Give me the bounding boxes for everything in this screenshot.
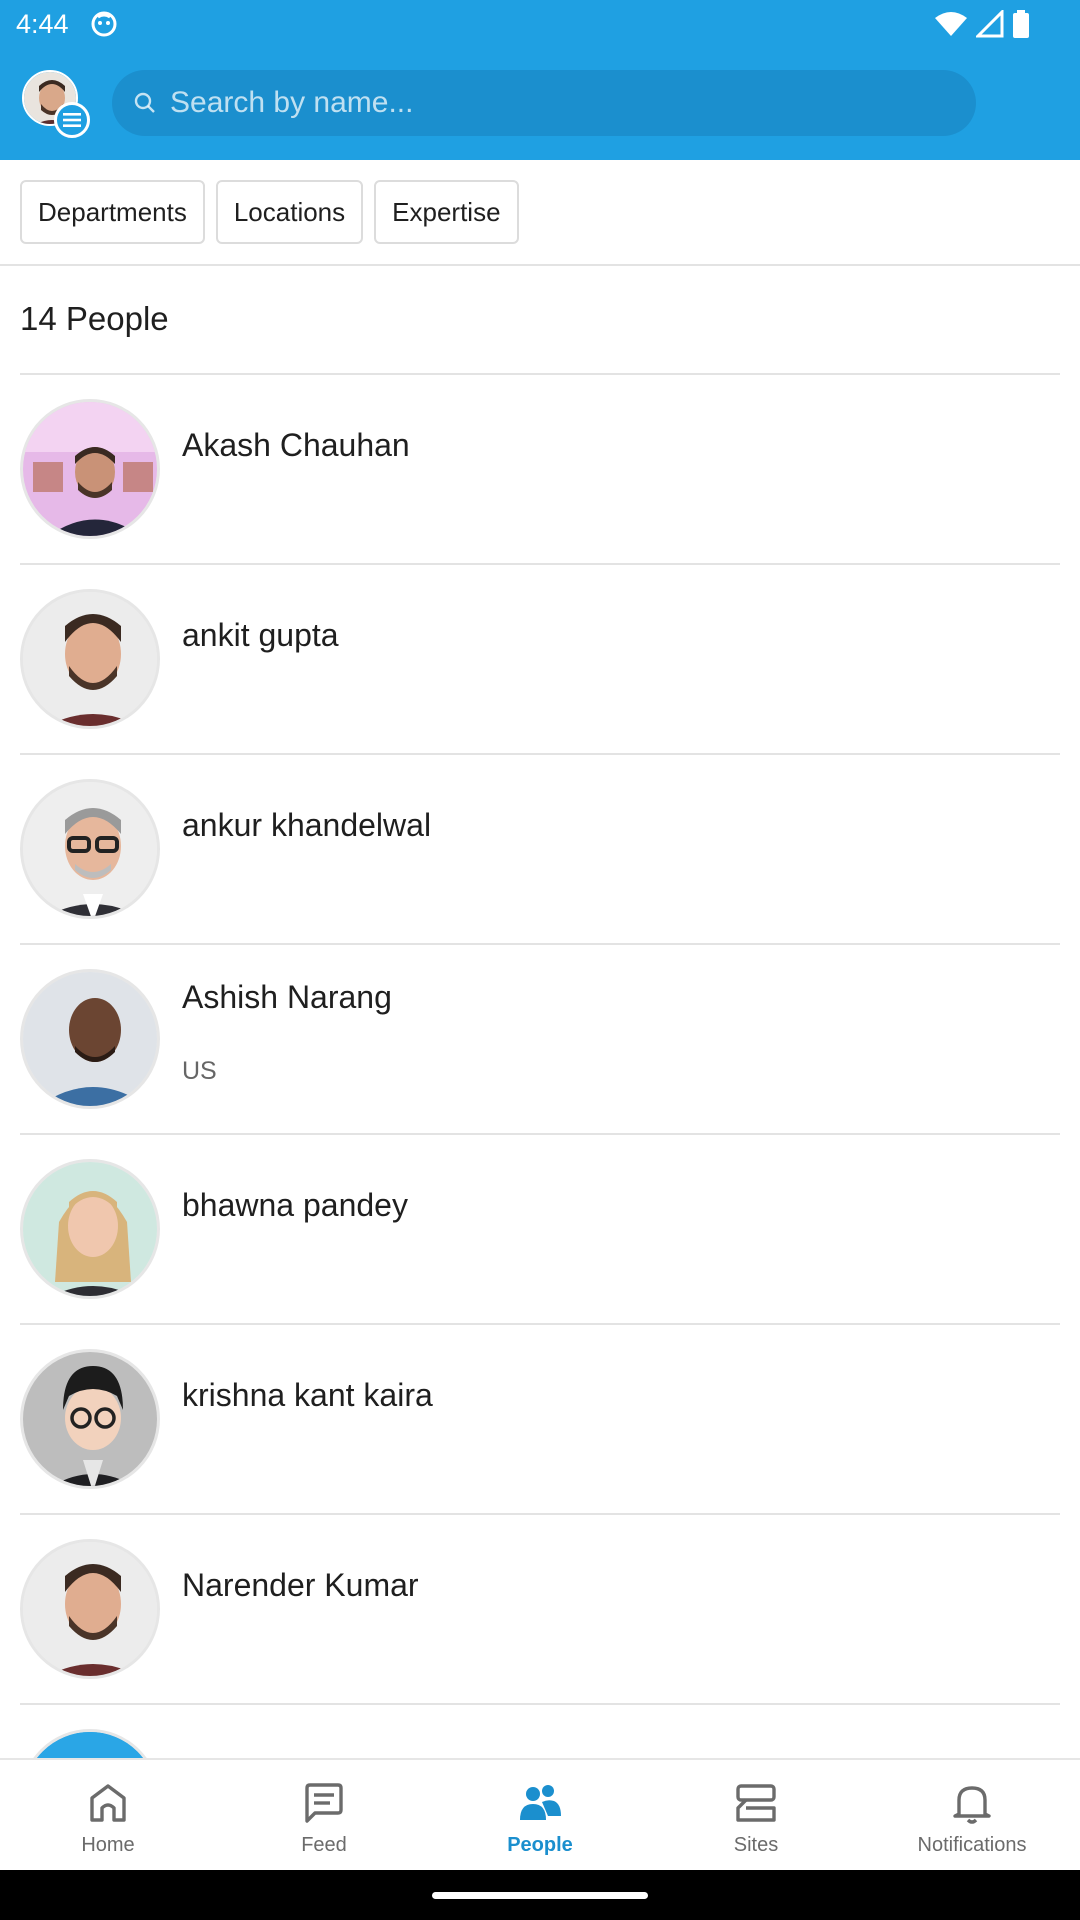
- nav-notifications-label: Notifications: [917, 1834, 1027, 1856]
- app-header: 4:44: [0, 0, 1080, 160]
- nav-sites-label: Sites: [733, 1834, 779, 1856]
- person-row[interactable]: ankur khandelwal: [20, 755, 1060, 945]
- system-icons: [934, 10, 1030, 38]
- person-row[interactable]: [20, 1705, 1060, 1758]
- person-row[interactable]: bhawna pandey: [20, 1135, 1060, 1325]
- search-input[interactable]: [170, 86, 930, 120]
- nav-people[interactable]: People: [432, 1760, 648, 1870]
- person-avatar: [20, 399, 160, 539]
- profile-menu-button[interactable]: [22, 70, 90, 138]
- person-row[interactable]: krishna kant kaira: [20, 1325, 1060, 1515]
- wifi-icon: [935, 12, 967, 36]
- nav-home[interactable]: Home: [0, 1760, 216, 1870]
- person-row[interactable]: Narender Kumar: [20, 1515, 1060, 1705]
- menu-icon: [54, 102, 90, 138]
- person-name: ankit gupta: [182, 617, 339, 653]
- status-bar: 4:44: [0, 0, 1080, 48]
- person-avatar: [20, 1539, 160, 1679]
- person-avatar: [20, 969, 160, 1109]
- nav-notifications[interactable]: Notifications: [864, 1760, 1080, 1870]
- home-gesture-handle[interactable]: [432, 1892, 648, 1899]
- filter-bar: Departments Locations Expertise: [20, 180, 519, 244]
- nav-home-label: Home: [81, 1834, 135, 1856]
- nav-people-label: People: [507, 1834, 573, 1856]
- person-row[interactable]: Ashish Narang US: [20, 945, 1060, 1135]
- person-name: bhawna pandey: [182, 1187, 408, 1223]
- people-count: 14 People: [20, 300, 169, 337]
- person-name: krishna kant kaira: [182, 1377, 433, 1413]
- app-notification-icon: [91, 11, 117, 37]
- nav-feed[interactable]: Feed: [216, 1760, 432, 1870]
- bottom-navigation: Home Feed People Sites Notifications: [0, 1758, 1080, 1870]
- person-avatar: [20, 589, 160, 729]
- person-name: Ashish Narang: [182, 979, 392, 1015]
- sites-icon: [736, 1784, 776, 1822]
- people-list[interactable]: Akash Chauhan ankit gupta ankur khandelw…: [0, 375, 1080, 1758]
- search-bar[interactable]: [112, 70, 976, 136]
- search-icon: [134, 92, 155, 113]
- nav-sites[interactable]: Sites: [648, 1760, 864, 1870]
- person-avatar: [20, 1349, 160, 1489]
- bell-icon: [953, 1786, 991, 1824]
- battery-icon: [1013, 10, 1029, 38]
- filter-divider: [0, 264, 1080, 266]
- person-avatar: [20, 779, 160, 919]
- filter-departments[interactable]: Departments: [20, 180, 205, 244]
- person-location: US: [182, 1057, 217, 1085]
- status-time: 4:44: [16, 9, 69, 39]
- person-name: ankur khandelwal: [182, 807, 432, 843]
- filter-locations[interactable]: Locations: [215, 180, 364, 244]
- person-avatar: [20, 1159, 160, 1299]
- person-row[interactable]: ankit gupta: [20, 565, 1060, 755]
- person-row[interactable]: Akash Chauhan: [20, 375, 1060, 565]
- home-icon: [90, 1784, 126, 1822]
- filter-expertise[interactable]: Expertise: [374, 180, 519, 244]
- system-gesture-bar: [0, 1870, 1080, 1920]
- person-name: Akash Chauhan: [182, 427, 410, 463]
- feed-icon: [305, 1783, 343, 1823]
- people-icon: [520, 1785, 561, 1820]
- person-name: Narender Kumar: [182, 1567, 419, 1603]
- nav-feed-label: Feed: [301, 1834, 347, 1856]
- person-avatar: [20, 1729, 160, 1758]
- signal-icon: [976, 10, 1004, 38]
